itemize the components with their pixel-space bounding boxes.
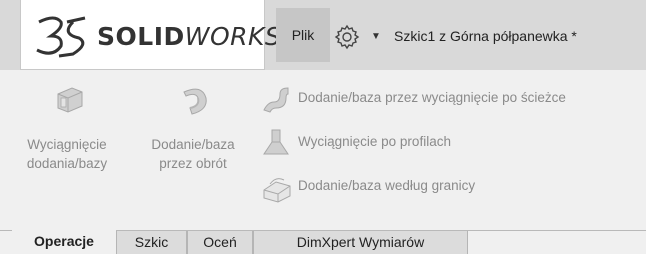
swept-boss-button[interactable]: Dodanie/baza przez wyciągnięcie po ścież…	[258, 84, 646, 114]
swept-boss-label: Dodanie/baza przez wyciągnięcie po ścież…	[298, 90, 566, 105]
revolve-boss-icon	[183, 88, 207, 115]
extrude-boss-button[interactable]: Wyciągnięcie dodania/bazy	[10, 84, 124, 184]
revolve-boss-label-2: przez obrót	[159, 156, 227, 171]
extrude-boss-icon	[57, 87, 83, 113]
title-bar: SOLIDWORKS Plik ▼ Szkic1 z Górna półpane…	[0, 0, 646, 70]
lofted-boss-label: Wyciągnięcie po profilach	[298, 134, 451, 149]
boundary-boss-label: Dodanie/baza według granicy	[298, 178, 476, 193]
tab-szkic[interactable]: Szkic	[116, 231, 187, 254]
logo-text: SOLIDWORKS	[97, 22, 282, 51]
options-gear-icon[interactable]	[334, 24, 360, 50]
ds-logo-icon	[36, 16, 86, 58]
extrude-boss-label-2: dodania/bazy	[26, 156, 108, 171]
lofted-boss-button[interactable]: Wyciągnięcie po profilach	[258, 128, 646, 158]
commandmanager-tabs: Operacje Szkic Oceń DimXpert Wymiarów	[0, 230, 646, 254]
boundary-boss-icon	[263, 178, 291, 203]
options-dropdown-icon[interactable]: ▼	[371, 31, 381, 42]
swept-boss-icon	[263, 87, 289, 113]
tab-dimxpert[interactable]: DimXpert Wymiarów	[253, 231, 468, 254]
solidworks-logo[interactable]: SOLIDWORKS	[20, 0, 281, 70]
revolve-boss-button[interactable]: Dodanie/baza przez obrót	[134, 84, 252, 184]
document-title: Szkic1 z Górna półpanewka *	[394, 28, 577, 44]
extrude-boss-label-1: Wyciągnięcie	[27, 137, 107, 152]
tab-operacje[interactable]: Operacje	[12, 230, 116, 254]
lofted-boss-icon	[263, 129, 289, 155]
commandmanager-ribbon: Wyciągnięcie dodania/bazy Dodanie/baza p…	[0, 70, 646, 230]
boundary-boss-button[interactable]: Dodanie/baza według granicy	[258, 172, 646, 203]
revolve-boss-label-1: Dodanie/baza	[151, 137, 235, 152]
tab-ocen[interactable]: Oceń	[187, 231, 253, 254]
file-menu-button[interactable]: Plik	[276, 8, 330, 62]
